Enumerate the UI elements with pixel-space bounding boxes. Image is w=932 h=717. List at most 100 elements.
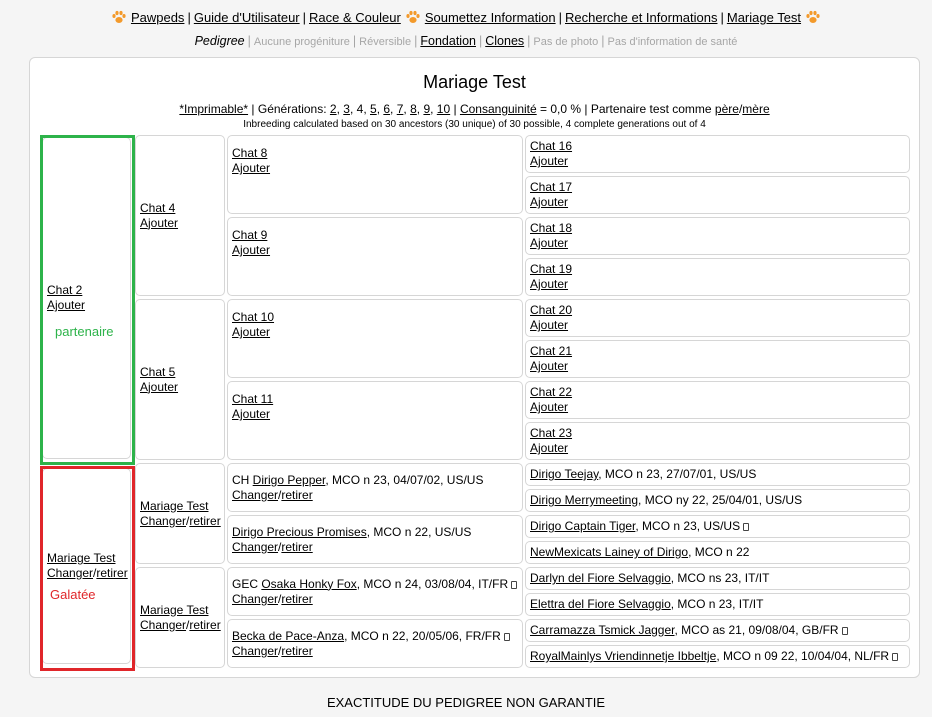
clipboard-icon [511,580,518,589]
add-link[interactable]: Ajouter [140,380,178,394]
nav-link-pawpeds[interactable]: Pawpeds [131,10,184,25]
printable-link[interactable]: *Imprimable* [179,102,248,116]
generation-link-10[interactable]: 10 [437,102,450,116]
add-link[interactable]: Ajouter [530,195,568,209]
generation-link-8[interactable]: 8 [410,102,417,116]
pedigree-cell-gen4: Darlyn del Fiore Selvaggio, MCO ns 23, I… [525,567,910,590]
cat-name-link[interactable]: Elettra del Fiore Selvaggio [530,597,671,611]
add-link[interactable]: Ajouter [530,154,568,168]
nav-link-breed-color[interactable]: Race & Couleur [309,10,401,25]
change-link[interactable]: Changer [232,540,278,554]
remove-link[interactable]: retirer [189,514,220,528]
remove-link[interactable]: retirer [281,592,312,606]
cat-name-link[interactable]: Chat 8 [232,146,267,160]
cat-name-link[interactable]: Chat 4 [140,201,175,215]
partner-as-father-link[interactable]: père [715,102,739,116]
nav-link-user-guide[interactable]: Guide d'Utilisateur [194,10,300,25]
add-link[interactable]: Ajouter [232,161,270,175]
change-link[interactable]: Changer [140,618,186,632]
cat-name-link[interactable]: Dirigo Captain Tiger [530,519,635,533]
nav-link-search[interactable]: Recherche et Informations [565,10,717,25]
cat-name-link[interactable]: Carramazza Tsmick Jagger [530,623,675,637]
add-link[interactable]: Ajouter [232,407,270,421]
generation-link-9[interactable]: 9 [423,102,430,116]
pedigree-cell-gen3: Becka de Pace-Anza, MCO n 22, 20/05/06, … [227,619,523,668]
pedigree-cell-gen4: Chat 18 Ajouter [525,217,910,255]
add-link[interactable]: Ajouter [232,243,270,257]
add-link[interactable]: Ajouter [530,359,568,373]
cat-name-row: NewMexicats Lainey of Dirigo, MCO n 22 [530,545,905,560]
tab-clones[interactable]: Clones [485,34,524,48]
cat-name-link[interactable]: Dirigo Teejay [530,467,598,481]
generation-link-5[interactable]: 5 [370,102,377,116]
cat-name-link[interactable]: Chat 22 [530,385,572,399]
cat-name-row: Chat 4 [140,201,220,216]
cat-name-link[interactable]: Darlyn del Fiore Selvaggio [530,571,671,585]
cat-name-link[interactable]: Dirigo Merrymeeting [530,493,638,507]
cat-name-link[interactable]: Chat 10 [232,310,274,324]
nav-link-submit-info[interactable]: Soumettez Information [425,10,556,25]
disclaimer: EXACTITUDE DU PEDIGREE NON GARANTIE [326,695,606,710]
cat-name-link[interactable]: Chat 16 [530,139,572,153]
cat-name-link[interactable]: Chat 18 [530,221,572,235]
add-row: Ajouter [232,325,518,340]
pedigree-cell-gen3: CH Dirigo Pepper, MCO n 23, 04/07/02, US… [227,463,523,512]
add-link[interactable]: Ajouter [530,318,568,332]
tab-foundation[interactable]: Fondation [420,34,476,48]
nav-link-test-mating[interactable]: Mariage Test [727,10,801,25]
cat-name-link[interactable]: Becka de Pace-Anza [232,629,344,643]
cat-name-link[interactable]: Chat 19 [530,262,572,276]
partner-label-annotation: partenaire [55,324,114,339]
cat-name-link[interactable]: Mariage Test [140,603,208,617]
cat-name-link[interactable]: NewMexicats Lainey of Dirigo [530,545,688,559]
nav-separator: | [478,34,483,48]
add-link[interactable]: Ajouter [232,325,270,339]
cat-name-link[interactable]: Chat 20 [530,303,572,317]
cat-name-link[interactable]: Chat 9 [232,228,267,242]
change-link[interactable]: Changer [232,592,278,606]
cat-name-row: Chat 21 [530,344,905,359]
pedigree-cell-gen4: Chat 22 Ajouter [525,381,910,419]
cat-name-link[interactable]: Chat 21 [530,344,572,358]
remove-link[interactable]: retirer [281,540,312,554]
pedigree-cell-gen4: RoyalMainlys Vriendinnetje Ibbeltje, MCO… [525,645,910,668]
partner-as-mother-link[interactable]: mère [742,102,769,116]
remove-link[interactable]: retirer [281,644,312,658]
add-link[interactable]: Ajouter [530,277,568,291]
add-row: Ajouter [232,161,518,176]
pedigree-cell-gen3: Chat 11 Ajouter [227,381,523,460]
cat-name-link[interactable]: RoyalMainlys Vriendinnetje Ibbeltje [530,649,716,663]
cat-name-row: Chat 23 [530,426,905,441]
add-row: Ajouter [140,380,220,395]
inbreeding-note: Inbreeding calculated based on 30 ancest… [243,119,706,130]
cat-name-link[interactable]: Chat 23 [530,426,572,440]
paw-icon [405,10,421,24]
add-link[interactable]: Ajouter [530,236,568,250]
change-link[interactable]: Changer [140,514,186,528]
remove-link[interactable]: retirer [189,618,220,632]
generation-link-2[interactable]: 2 [330,102,337,116]
change-link[interactable]: Changer [232,488,278,502]
pedigree-cell-gen4: Dirigo Merrymeeting, MCO ny 22, 25/04/01… [525,489,910,512]
cat-name-link[interactable]: Chat 11 [232,392,273,406]
cat-name-link[interactable]: Dirigo Precious Promises [232,525,367,539]
cat-name-link[interactable]: Chat 5 [140,365,175,379]
add-link[interactable]: Ajouter [530,400,568,414]
cat-name-link[interactable]: Osaka Honky Fox [261,577,356,591]
change-link[interactable]: Changer [232,644,278,658]
change-remove-row: Changer/retirer [232,487,313,502]
cat-title: CH [232,472,253,487]
add-link[interactable]: Ajouter [140,216,178,230]
cat-name-row: Elettra del Fiore Selvaggio, MCO n 23, I… [530,597,905,612]
add-link[interactable]: Ajouter [530,441,568,455]
generation-link-6[interactable]: 6 [383,102,390,116]
remove-link[interactable]: retirer [281,488,312,502]
cat-name-link[interactable]: Dirigo Pepper [253,473,326,487]
cat-info: , MCO n 22, 20/05/06, FR/FR [344,628,501,643]
generation-link-3[interactable]: 3 [343,102,350,116]
pedigree-cell-gen2: Mariage Test Changer/retirer [135,567,225,668]
generation-link-7[interactable]: 7 [397,102,404,116]
cat-name-link[interactable]: Mariage Test [140,499,208,513]
inbreeding-link[interactable]: Consanguinité [460,102,537,116]
cat-name-link[interactable]: Chat 17 [530,180,572,194]
